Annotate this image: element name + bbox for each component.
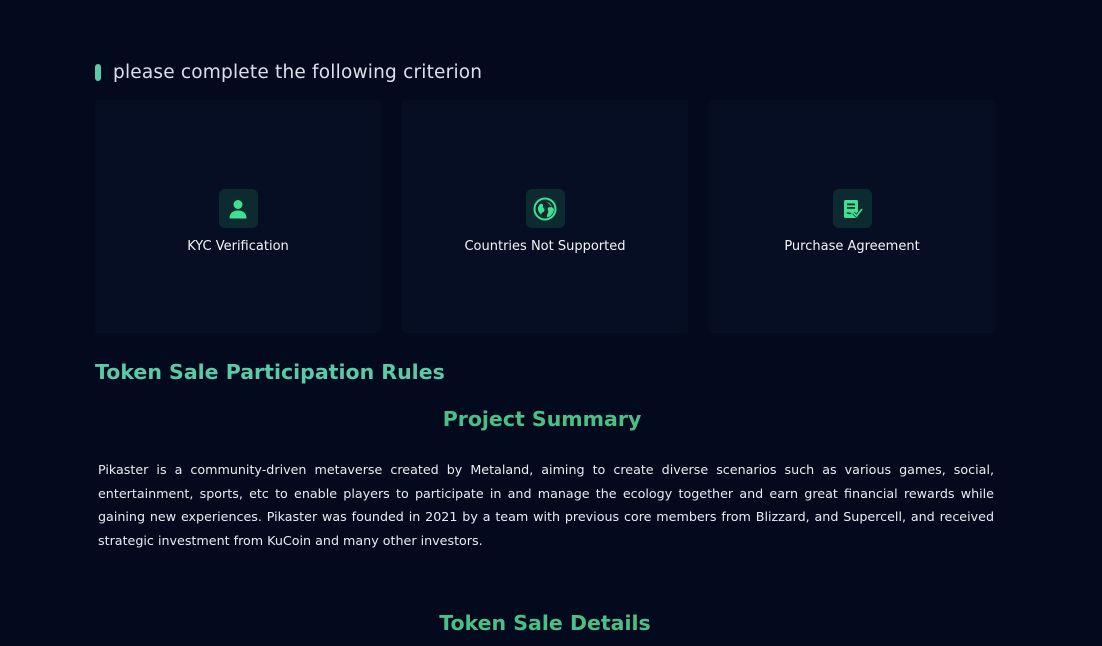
- criterion-header: please complete the following criterion: [95, 62, 482, 83]
- purchase-agreement-card[interactable]: Purchase Agreement: [709, 100, 995, 333]
- agreement-doc-icon: [832, 189, 872, 228]
- kyc-verification-card[interactable]: KYC Verification: [95, 100, 381, 333]
- accent-bar: [95, 64, 101, 81]
- countries-not-supported-card[interactable]: Countries Not Supported: [402, 100, 688, 333]
- card-label: Countries Not Supported: [464, 239, 626, 254]
- summary-title: Project Summary: [442, 407, 642, 431]
- summary-text: Pikaster is a community-driven metaverse…: [98, 462, 994, 548]
- card-label: Purchase Agreement: [784, 239, 920, 254]
- criteria-cards: KYC Verification Countries Not Supported: [95, 100, 995, 333]
- card-label: KYC Verification: [187, 239, 289, 254]
- page: please complete the following criterion …: [0, 0, 1102, 646]
- rules-title: Token Sale Participation Rules: [95, 360, 445, 384]
- details-title: Token Sale Details: [439, 611, 651, 635]
- user-icon: [218, 189, 258, 228]
- globe-icon: [525, 189, 565, 228]
- criterion-title: please complete the following criterion: [113, 62, 483, 83]
